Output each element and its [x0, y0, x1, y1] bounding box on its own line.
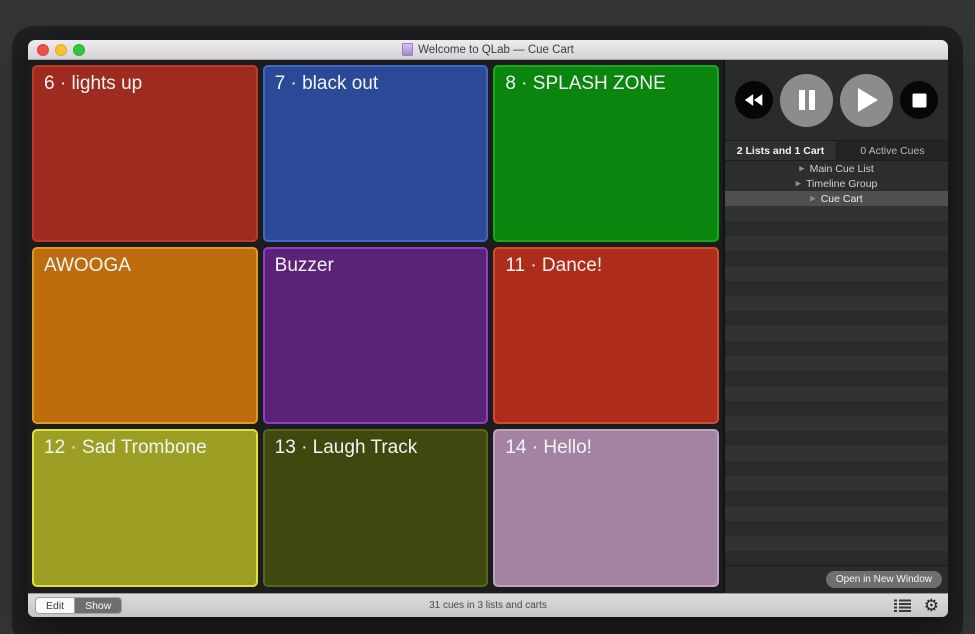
transport-controls: [725, 60, 948, 140]
screenshot-stage: Welcome to QLab — Cue Cart 6 · lights up…: [0, 0, 975, 634]
window-title: Welcome to QLab — Cue Cart: [402, 43, 574, 56]
traffic-lights: [37, 40, 85, 59]
rewind-icon: [744, 93, 764, 107]
play-button[interactable]: [840, 74, 893, 127]
sidebar-footer: Open in New Window: [725, 565, 948, 593]
disclosure-triangle-icon[interactable]: ▶: [796, 179, 801, 187]
tab-lists-and-carts[interactable]: 2 Lists and 1 Cart: [725, 141, 836, 160]
status-bar-icons: ⚙: [894, 597, 939, 614]
qlab-window: Welcome to QLab — Cue Cart 6 · lights up…: [28, 40, 948, 617]
tree-item-cue-cart[interactable]: ▶ Cue Cart: [725, 191, 948, 206]
tab-active-cues[interactable]: 0 Active Cues: [837, 141, 948, 160]
close-button[interactable]: [37, 44, 49, 56]
main-content: 6 · lights up 7 · black out 8 · SPLASH Z…: [28, 60, 948, 593]
tree-item-label: Main Cue List: [810, 163, 874, 175]
zoom-button[interactable]: [73, 44, 85, 56]
tree-item-label: Timeline Group: [806, 178, 877, 190]
disclosure-triangle-icon[interactable]: ▶: [810, 194, 815, 202]
cue-tile[interactable]: 14 · Hello!: [493, 429, 719, 587]
cue-count-status: 31 cues in 3 lists and carts: [28, 600, 948, 611]
play-icon: [855, 87, 879, 113]
sidebar-panel: 2 Lists and 1 Cart 0 Active Cues ▶ Main …: [725, 60, 948, 593]
cue-tile[interactable]: 13 · Laugh Track: [263, 429, 489, 587]
sidebar-tabs: 2 Lists and 1 Cart 0 Active Cues: [725, 140, 948, 161]
gear-icon[interactable]: ⚙: [924, 597, 939, 614]
cue-tile[interactable]: 11 · Dance!: [493, 247, 719, 424]
cue-tile[interactable]: Buzzer: [263, 247, 489, 424]
rewind-button[interactable]: [735, 81, 773, 119]
cue-list-icon[interactable]: [894, 599, 911, 613]
disclosure-triangle-icon[interactable]: ▶: [799, 164, 804, 172]
pause-icon: [797, 89, 817, 111]
edit-show-segmented-control: Edit Show: [35, 597, 122, 614]
open-in-new-window-button[interactable]: Open in New Window: [826, 571, 942, 588]
minimize-button[interactable]: [55, 44, 67, 56]
tree-item-main-cue-list[interactable]: ▶ Main Cue List: [725, 161, 948, 176]
show-mode-button[interactable]: Show: [75, 598, 121, 613]
cue-tile[interactable]: 6 · lights up: [32, 65, 258, 242]
stop-button[interactable]: [900, 81, 938, 119]
cue-tile[interactable]: 12 · Sad Trombone: [32, 429, 258, 587]
title-bar: Welcome to QLab — Cue Cart: [28, 40, 948, 60]
cue-list-tree: ▶ Main Cue List ▶ Timeline Group ▶ Cue C…: [725, 161, 948, 206]
tree-item-timeline-group[interactable]: ▶ Timeline Group: [725, 176, 948, 191]
edit-mode-button[interactable]: Edit: [36, 598, 75, 613]
status-bar: Edit Show 31 cues in 3 lists and carts ⚙: [28, 593, 948, 617]
empty-cue-rows: [725, 206, 948, 565]
document-icon: [402, 43, 413, 56]
tree-item-label: Cue Cart: [821, 193, 863, 205]
cue-cart-grid: 6 · lights up 7 · black out 8 · SPLASH Z…: [28, 60, 725, 593]
pause-button[interactable]: [780, 74, 833, 127]
cue-tile[interactable]: 7 · black out: [263, 65, 489, 242]
cue-tile[interactable]: AWOOGA: [32, 247, 258, 424]
stop-icon: [912, 93, 927, 108]
cue-tile[interactable]: 8 · SPLASH ZONE: [493, 65, 719, 242]
window-title-text: Welcome to QLab — Cue Cart: [418, 44, 574, 56]
